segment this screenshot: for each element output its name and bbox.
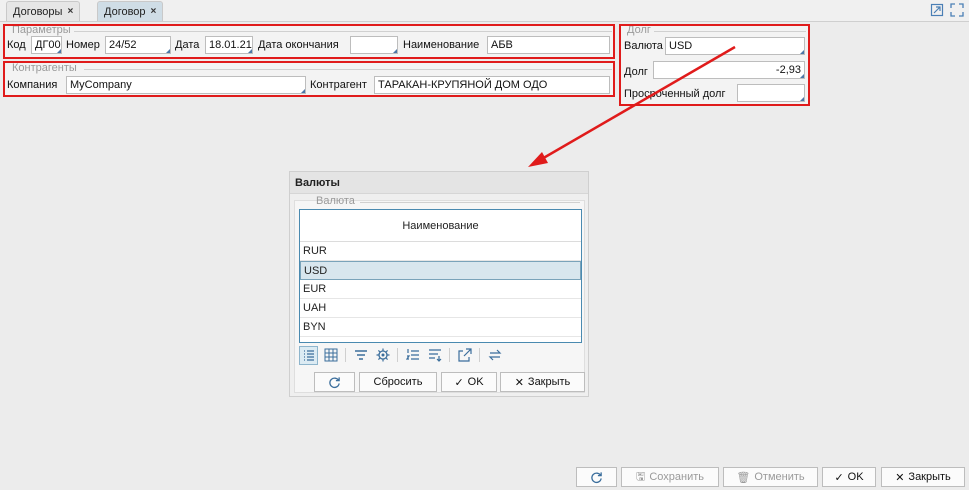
save-label: Сохранить	[649, 471, 705, 483]
save-icon: 🖫	[635, 470, 646, 483]
tab-contract-label: Договор	[104, 5, 146, 18]
sort-icon[interactable]	[425, 346, 444, 365]
group-divider	[360, 202, 580, 203]
table-row[interactable]: UAH	[300, 299, 581, 318]
ok-button[interactable]: ✓ OK	[441, 372, 497, 392]
currency-table: Наименование RUR USD EUR UAH BYN	[299, 209, 582, 343]
table-row-selected[interactable]: USD	[300, 261, 581, 280]
dialog-title: Валюты	[290, 172, 588, 194]
close-icon: ✕	[514, 376, 524, 389]
table-row[interactable]: RUR	[300, 242, 581, 261]
dialog-toolbar	[299, 345, 504, 365]
reset-label: Сбросить	[373, 376, 423, 388]
settings-icon[interactable]	[373, 346, 392, 365]
currencies-dialog: Валюты Валюта Наименование RUR USD EUR U…	[289, 171, 589, 397]
tab-bar: Договоры × Договор ×	[0, 0, 969, 22]
table-row[interactable]: BYN	[300, 318, 581, 337]
tab-contracts[interactable]: Договоры ×	[6, 1, 81, 21]
grid-view-icon[interactable]	[321, 346, 340, 365]
close-label: Закрыть	[908, 471, 951, 483]
ok-label: OK	[847, 471, 864, 483]
tab-contracts-label: Договоры	[13, 5, 63, 18]
ok-label: OK	[467, 376, 484, 388]
transfer-icon[interactable]	[485, 346, 504, 365]
close-button[interactable]: ✕ Закрыть	[500, 372, 585, 392]
cancel-button[interactable]: 🗑 Отменить	[723, 467, 818, 487]
refresh-icon	[591, 471, 602, 483]
close-icon[interactable]: ×	[67, 6, 73, 17]
highlight-counterparties	[3, 61, 615, 97]
table-row[interactable]: EUR	[300, 280, 581, 299]
close-icon[interactable]: ×	[151, 6, 157, 17]
trash-icon: 🗑	[736, 471, 751, 484]
refresh-button[interactable]	[576, 467, 617, 487]
refresh-button[interactable]	[314, 372, 355, 392]
close-label: Закрыть	[527, 376, 571, 388]
numbered-list-icon[interactable]	[403, 346, 422, 365]
check-icon: ✓	[454, 376, 464, 389]
tab-contract[interactable]: Договор ×	[97, 1, 164, 21]
list-view-icon[interactable]	[299, 345, 318, 365]
detach-window-icon[interactable]	[930, 3, 944, 17]
highlight-params	[3, 24, 615, 59]
check-icon: ✓	[834, 471, 844, 484]
maximize-icon[interactable]	[950, 3, 964, 17]
dialog-group-title: Валюта	[316, 195, 355, 207]
highlight-debt	[619, 24, 810, 106]
filter-icon[interactable]	[351, 346, 370, 365]
reset-button[interactable]: Сбросить	[359, 372, 437, 392]
column-header[interactable]: Наименование	[300, 210, 581, 242]
refresh-icon	[329, 376, 340, 388]
close-icon: ✕	[895, 471, 905, 484]
ok-button[interactable]: ✓ OK	[822, 467, 876, 487]
save-button[interactable]: 🖫 Сохранить	[621, 467, 719, 487]
cancel-label: Отменить	[754, 471, 805, 483]
close-button[interactable]: ✕ Закрыть	[881, 467, 965, 487]
export-icon[interactable]	[455, 346, 474, 365]
